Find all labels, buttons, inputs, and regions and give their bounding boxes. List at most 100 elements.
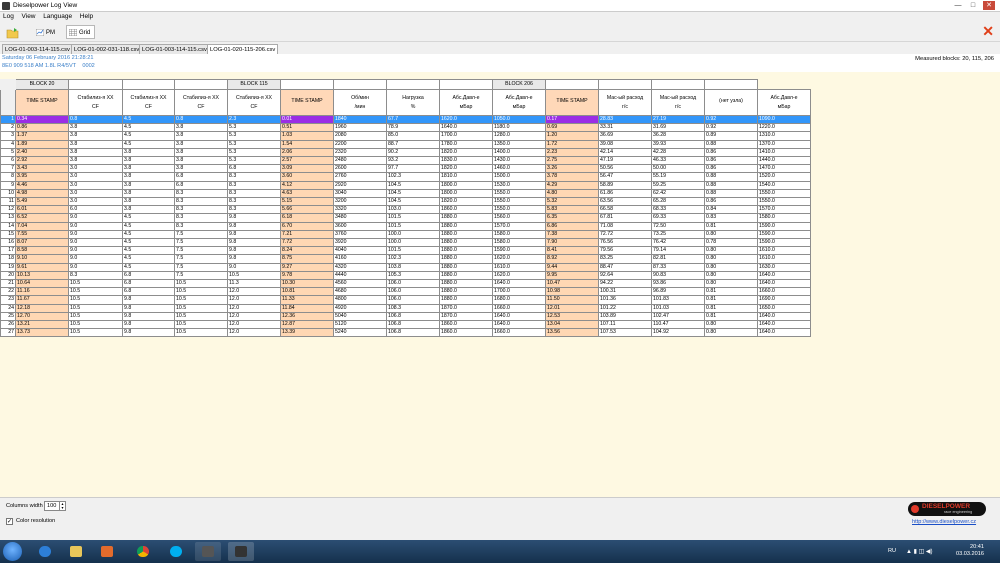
grid-cell[interactable]: 9.61: [15, 262, 69, 272]
grid-cell[interactable]: 1580.0: [492, 229, 546, 240]
grid-cell[interactable]: 13.04: [545, 320, 599, 330]
grid-cell[interactable]: 76.42: [651, 238, 705, 248]
grid-cell[interactable]: 9.8: [122, 311, 175, 322]
grid-cell[interactable]: 13.73: [15, 328, 69, 338]
grid-cell[interactable]: 4.46: [15, 180, 69, 190]
grid-cell[interactable]: 1.03: [280, 131, 334, 141]
grid-cell[interactable]: 108.3: [386, 303, 440, 313]
row-number[interactable]: 1: [0, 114, 16, 125]
grid-cell[interactable]: 7.5: [174, 246, 228, 256]
table-row[interactable]: 9 4.46 3.0 3.8 6.8 8.3 4.12 2920 104.5 1800.0 1530…: [0, 180, 811, 190]
grid-cell[interactable]: 7.5: [174, 229, 228, 240]
grid-cell[interactable]: 39.93: [651, 139, 705, 149]
grid-cell[interactable]: 1640.0: [757, 270, 811, 281]
grid-cell[interactable]: 1530.0: [492, 180, 546, 190]
grid-cell[interactable]: 106.8: [386, 328, 440, 338]
grid-cell[interactable]: 105.3: [386, 270, 440, 281]
grid-cell[interactable]: 1570.0: [757, 205, 811, 215]
table-row[interactable]: 25 12.70 10.5 9.8 10.5 12.0 12.36 5040 106.8 1870…: [0, 311, 811, 322]
grid-cell[interactable]: 3.8: [122, 156, 175, 166]
grid-cell[interactable]: 0.86: [15, 123, 69, 133]
grid-cell[interactable]: 6.18: [280, 213, 334, 223]
grid-cell[interactable]: 1860.0: [439, 328, 493, 338]
grid-cell[interactable]: 88.7: [386, 139, 440, 149]
grid-cell[interactable]: 0.17: [545, 114, 599, 125]
grid-cell[interactable]: 0.88: [704, 172, 758, 182]
grid-cell[interactable]: 13.21: [15, 320, 69, 330]
grid-cell[interactable]: 101.36: [598, 295, 652, 305]
grid-cell[interactable]: 3.8: [122, 172, 175, 182]
grid-cell[interactable]: 7.5: [174, 254, 228, 264]
grid-cell[interactable]: 1780.0: [439, 139, 493, 149]
grid-cell[interactable]: 4.29: [545, 180, 599, 190]
grid-cell[interactable]: 1310.0: [757, 131, 811, 141]
row-number[interactable]: 25: [0, 311, 16, 322]
grid-cell[interactable]: 1610.0: [757, 254, 811, 264]
grid-cell[interactable]: 10.81: [280, 287, 334, 297]
color-resolution-checkbox[interactable]: ✓: [6, 518, 13, 525]
grid-cell[interactable]: 72.72: [598, 229, 652, 240]
grid-cell[interactable]: 39.08: [598, 139, 652, 149]
grid-cell[interactable]: 0.80: [704, 279, 758, 289]
grid-cell[interactable]: 0.81: [704, 287, 758, 297]
grid-cell[interactable]: 1630.0: [757, 262, 811, 272]
grid-cell[interactable]: 5.3: [227, 139, 281, 149]
grid-cell[interactable]: 31.69: [651, 123, 705, 133]
grid-cell[interactable]: 67.81: [598, 213, 652, 223]
table-row[interactable]: 17 8.58 9.0 4.5 7.5 9.8 8.24 4040 101.5 1880.0 159…: [0, 246, 811, 256]
grid-cell[interactable]: 1660.0: [492, 303, 546, 313]
grid-cell[interactable]: 1540.0: [757, 180, 811, 190]
grid-cell[interactable]: 103.89: [598, 311, 652, 322]
grid-cell[interactable]: 1880.0: [439, 287, 493, 297]
table-row[interactable]: 23 11.67 10.5 9.8 10.5 12.0 11.33 4800 106.0 1880…: [0, 295, 811, 305]
grid-cell[interactable]: 9.44: [545, 262, 599, 272]
taskbar-ie[interactable]: [32, 542, 58, 561]
menu-log[interactable]: Log: [0, 12, 17, 22]
grid-cell[interactable]: 1640.0: [492, 279, 546, 289]
grid-cell[interactable]: 1640.0: [757, 320, 811, 330]
grid-cell[interactable]: 1800.0: [439, 180, 493, 190]
grid-cell[interactable]: 50.56: [598, 164, 652, 174]
grid-cell[interactable]: 0.51: [280, 123, 334, 133]
grid-cell[interactable]: 79.56: [598, 246, 652, 256]
grid-cell[interactable]: 3.0: [68, 188, 123, 199]
grid-cell[interactable]: 2.92: [15, 156, 69, 166]
grid-cell[interactable]: 0.88: [704, 188, 758, 199]
grid-cell[interactable]: 1400.0: [492, 147, 546, 158]
grid-cell[interactable]: 1470.0: [757, 164, 811, 174]
grid-cell[interactable]: 3.0: [68, 180, 123, 190]
grid-cell[interactable]: 10.5: [227, 270, 281, 281]
grid-cell[interactable]: 3.26: [545, 164, 599, 174]
grid-cell[interactable]: 0.92: [704, 114, 758, 125]
grid-cell[interactable]: 3.8: [122, 205, 175, 215]
grid-cell[interactable]: 4680: [333, 287, 387, 297]
grid-cell[interactable]: 3.8: [122, 188, 175, 199]
grid-cell[interactable]: 4.5: [122, 229, 175, 240]
grid-cell[interactable]: 3.8: [174, 131, 228, 141]
grid-cell[interactable]: 3.8: [68, 147, 123, 158]
website-link[interactable]: http://www.dieselpower.cz: [912, 519, 976, 525]
table-row[interactable]: 11 5.49 3.0 3.8 8.3 8.3 5.15 3200 104.5 1820.0 155…: [0, 197, 811, 207]
row-number[interactable]: 21: [0, 279, 16, 289]
grid-cell[interactable]: 104.5: [386, 188, 440, 199]
open-folder-button[interactable]: [3, 25, 21, 39]
grid-cell[interactable]: 1090.0: [757, 114, 811, 125]
grid-cell[interactable]: 8.3: [227, 180, 281, 190]
grid-cell[interactable]: 0.80: [704, 320, 758, 330]
table-row[interactable]: 26 13.21 10.5 9.8 10.5 12.0 12.87 5120 106.8 1860…: [0, 320, 811, 330]
grid-cell[interactable]: 8.07: [15, 238, 69, 248]
grid-cell[interactable]: 0.88: [704, 139, 758, 149]
grid-cell[interactable]: 5.3: [227, 123, 281, 133]
grid-cell[interactable]: 9.27: [280, 262, 334, 272]
grid-cell[interactable]: 102.47: [651, 311, 705, 322]
grid-cell[interactable]: 3.8: [68, 131, 123, 141]
grid-cell[interactable]: 3.8: [68, 156, 123, 166]
grid-cell[interactable]: 4.5: [122, 114, 175, 125]
start-button[interactable]: [3, 542, 22, 561]
grid-cell[interactable]: 4.5: [122, 254, 175, 264]
grid-cell[interactable]: 5.66: [280, 205, 334, 215]
grid-cell[interactable]: 1.37: [15, 131, 69, 141]
grid-cell[interactable]: 12.70: [15, 311, 69, 322]
grid-cell[interactable]: 6.0: [68, 205, 123, 215]
column-header[interactable]: Стабилиз-я ХХ CF: [174, 89, 228, 116]
